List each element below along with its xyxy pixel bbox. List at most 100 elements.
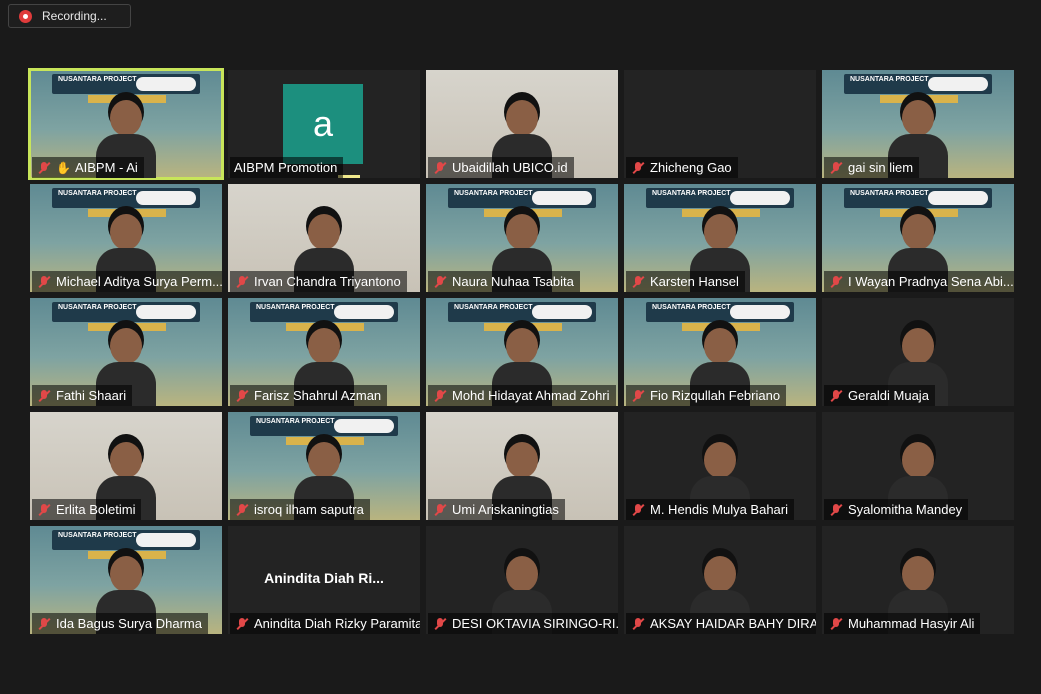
participant-name-label: ✋ AIBPM - Ai xyxy=(32,157,144,178)
mic-muted-icon xyxy=(630,274,646,290)
participant-name-label: Zhicheng Gao xyxy=(626,157,738,178)
banner-title: NUSANTARA PROJECT xyxy=(256,304,335,311)
participant-name-label: Karsten Hansel xyxy=(626,271,745,292)
participant-name: Umi Ariskaningtias xyxy=(452,502,559,517)
participant-name-label: Syalomitha Mandey xyxy=(824,499,969,520)
participant-name: Syalomitha Mandey xyxy=(848,502,963,517)
participant-name-label: Muhammad Hasyir Ali xyxy=(824,613,981,634)
participant-name: Farisz Shahrul Azman xyxy=(254,388,382,403)
mic-muted-icon xyxy=(630,388,646,404)
sponsor-logos xyxy=(532,191,592,205)
participant-tile[interactable]: Muhammad Hasyir Ali xyxy=(822,526,1014,634)
mic-muted-icon xyxy=(630,502,646,518)
mic-muted-icon xyxy=(828,274,844,290)
participant-name-label: isroq ilham saputra xyxy=(230,499,370,520)
participant-name-label: Umi Ariskaningtias xyxy=(428,499,565,520)
event-banner: NUSANTARA PROJECT xyxy=(844,74,992,94)
participant-tile[interactable]: NUSANTARA PROJECT Farisz Shahrul Azman xyxy=(228,298,420,406)
participant-name: AKSAY HAIDAR BAHY DIRA xyxy=(650,616,816,631)
participant-tile[interactable]: Irvan Chandra Triyantono xyxy=(228,184,420,292)
participant-tile[interactable]: NUSANTARA PROJECT Karsten Hansel xyxy=(624,184,816,292)
participant-tile[interactable]: Anindita Diah Ri... Anindita Diah Rizky P… xyxy=(228,526,420,634)
sponsor-logos xyxy=(532,305,592,319)
mic-muted-icon xyxy=(432,388,448,404)
participant-name: Geraldi Muaja xyxy=(848,388,929,403)
participant-name-label: M. Hendis Mulya Bahari xyxy=(626,499,794,520)
participant-tile[interactable]: NUSANTARA PROJECT I Wayan Pradnya Sena Ab… xyxy=(822,184,1014,292)
event-banner: NUSANTARA PROJECT xyxy=(250,416,398,436)
participant-tile[interactable]: NUSANTARA PROJECT Naura Nuhaa Tsabita xyxy=(426,184,618,292)
mic-muted-icon xyxy=(828,502,844,518)
participant-name: Karsten Hansel xyxy=(650,274,739,289)
sponsor-logos xyxy=(136,77,196,91)
mic-muted-icon xyxy=(432,502,448,518)
participant-tile[interactable]: NUSANTARA PROJECT Mohd Hidayat Ahmad Zohr… xyxy=(426,298,618,406)
participant-name: Anindita Diah Rizky Paramita xyxy=(254,616,420,631)
sponsor-logos xyxy=(928,77,988,91)
participant-name-label: I Wayan Pradnya Sena Abi... xyxy=(824,271,1014,292)
participant-name-label: Anindita Diah Rizky Paramita xyxy=(230,613,420,634)
participant-tile[interactable]: NUSANTARA PROJECT Michael Aditya Surya Pe… xyxy=(30,184,222,292)
participant-tile[interactable]: NUSANTARA PROJECT gai sin liem xyxy=(822,70,1014,178)
participant-name-label: Fathi Shaari xyxy=(32,385,133,406)
participant-name: Naura Nuhaa Tsabita xyxy=(452,274,574,289)
mic-muted-icon xyxy=(432,616,448,632)
participant-tile[interactable]: NUSANTARA PROJECT isroq ilham saputra xyxy=(228,412,420,520)
participant-name-label: Erlita Boletimi xyxy=(32,499,142,520)
participant-tile[interactable]: NUSANTARA PROJECT ✋ AIBPM - Ai xyxy=(28,68,224,180)
sponsor-logos xyxy=(136,305,196,319)
banner-title: NUSANTARA PROJECT xyxy=(58,190,137,197)
participant-tile[interactable]: Erlita Boletimi xyxy=(30,412,222,520)
participant-name-label: Fio Rizqullah Febriano xyxy=(626,385,787,406)
raise-hand-icon: ✋ xyxy=(56,160,71,175)
sponsor-logos xyxy=(928,191,988,205)
mic-muted-icon xyxy=(234,388,250,404)
participant-tile[interactable]: Ubaidillah UBICO.id xyxy=(426,70,618,178)
participant-tile[interactable]: NUSANTARA PROJECT Fio Rizqullah Febriano xyxy=(624,298,816,406)
participant-tile[interactable]: NUSANTARA PROJECT Fathi Shaari xyxy=(30,298,222,406)
event-banner: NUSANTARA PROJECT xyxy=(646,188,794,208)
mic-muted-icon xyxy=(36,502,52,518)
sponsor-logos xyxy=(136,191,196,205)
event-banner: NUSANTARA PROJECT xyxy=(448,302,596,322)
participant-tile[interactable]: Umi Ariskaningtias xyxy=(426,412,618,520)
banner-title: NUSANTARA PROJECT xyxy=(58,532,137,539)
participant-tile[interactable]: Syalomitha Mandey xyxy=(822,412,1014,520)
participant-name-label: gai sin liem xyxy=(824,157,920,178)
participant-name: Michael Aditya Surya Perm... xyxy=(56,274,222,289)
participant-tile[interactable]: AKSAY HAIDAR BAHY DIRA xyxy=(624,526,816,634)
participant-tile[interactable]: Geraldi Muaja xyxy=(822,298,1014,406)
participant-name-label: Geraldi Muaja xyxy=(824,385,935,406)
event-banner: NUSANTARA PROJECT xyxy=(52,188,200,208)
participant-tile[interactable]: M. Hendis Mulya Bahari xyxy=(624,412,816,520)
participant-name-label: AIBPM Promotion xyxy=(230,157,344,178)
sponsor-logos xyxy=(334,419,394,433)
recording-label: Recording... xyxy=(42,9,107,23)
mic-muted-icon xyxy=(432,160,448,176)
participant-display-name: Anindita Diah Ri... xyxy=(264,570,384,586)
mic-muted-icon xyxy=(828,160,844,176)
recording-indicator[interactable]: Recording... xyxy=(8,4,131,28)
mic-muted-icon xyxy=(36,616,52,632)
participant-tile[interactable]: a AIBPM Promotion xyxy=(228,70,420,178)
event-banner: NUSANTARA PROJECT xyxy=(52,74,200,94)
banner-title: NUSANTARA PROJECT xyxy=(652,304,731,311)
event-banner: NUSANTARA PROJECT xyxy=(646,302,794,322)
avatar: a xyxy=(283,84,363,164)
participant-name: Muhammad Hasyir Ali xyxy=(848,616,975,631)
participant-tile[interactable]: Zhicheng Gao xyxy=(624,70,816,178)
event-banner: NUSANTARA PROJECT xyxy=(52,302,200,322)
participant-name-label: Mohd Hidayat Ahmad Zohri xyxy=(428,385,616,406)
event-banner: NUSANTARA PROJECT xyxy=(250,302,398,322)
mic-muted-icon xyxy=(36,274,52,290)
participant-name: isroq ilham saputra xyxy=(254,502,364,517)
participant-name: AIBPM Promotion xyxy=(234,160,338,175)
participant-name: M. Hendis Mulya Bahari xyxy=(650,502,788,517)
event-banner: NUSANTARA PROJECT xyxy=(52,530,200,550)
participant-tile[interactable]: DESI OKTAVIA SIRINGO-RI... xyxy=(426,526,618,634)
participant-tile[interactable]: NUSANTARA PROJECT Ida Bagus Surya Dharma xyxy=(30,526,222,634)
sponsor-logos xyxy=(730,305,790,319)
participant-name-label: AKSAY HAIDAR BAHY DIRA xyxy=(626,613,816,634)
participant-name-label: Farisz Shahrul Azman xyxy=(230,385,388,406)
banner-title: NUSANTARA PROJECT xyxy=(850,76,929,83)
